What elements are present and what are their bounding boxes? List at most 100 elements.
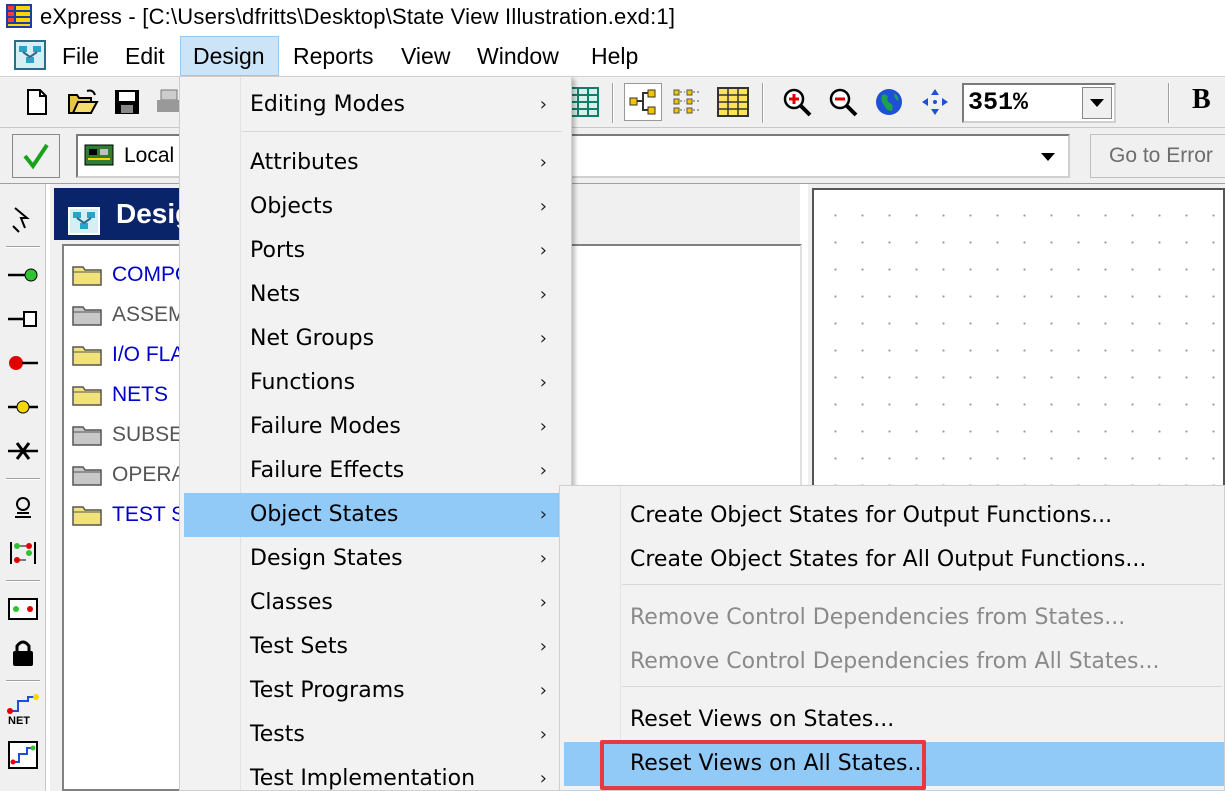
tree-item-label: TEST S [112,503,186,526]
menu-item-nets[interactable]: Nets › [184,273,567,317]
tree-item-operations[interactable]: OPERA [72,458,186,492]
zoom-level-select[interactable]: 351% [962,83,1116,123]
tree-item-nets[interactable]: NETS [72,378,168,412]
bold-button[interactable]: B [1192,84,1211,116]
zoom-out-icon[interactable] [824,83,862,121]
tree-item-assemblies[interactable]: ASSEM [72,298,186,332]
express-app-icon[interactable] [6,4,32,28]
menu-item-label: Object States [250,502,399,527]
zoom-in-icon[interactable] [778,83,816,121]
red-port-icon[interactable] [4,344,42,382]
tree-item-components[interactable]: COMPO [72,258,191,292]
green-port-icon[interactable] [4,256,42,294]
board-icon [84,142,114,173]
menu-item-design-states[interactable]: Design States › [184,537,567,581]
menu-window[interactable]: Window [465,36,571,76]
menu-item-test-programs[interactable]: Test Programs › [184,669,567,713]
menu-item-attributes[interactable]: Attributes › [184,141,567,185]
tree-item-label: I/O FLA [112,343,185,366]
menu-item-label: Functions [250,370,356,395]
menu-edit[interactable]: Edit [113,36,177,76]
yellow-port-icon[interactable] [4,388,42,426]
menu-item-failure-modes[interactable]: Failure Modes › [184,405,567,449]
globe-icon[interactable] [870,83,908,121]
menu-item-label: Design States [250,546,403,571]
open-folder-icon[interactable] [64,83,102,121]
menu-item-label: Nets [250,282,301,307]
chevron-right-icon: › [539,94,547,115]
net-route-icon[interactable] [4,736,42,774]
menu-item-label: Test Programs [250,678,405,703]
scope-value: Local [124,144,175,167]
cut-net-icon[interactable] [4,432,42,470]
menu-help[interactable]: Help [579,36,650,76]
menu-item-create-states-all-output-functions[interactable]: Create Object States for All Output Func… [564,538,1224,582]
chevron-down-icon[interactable] [1082,87,1112,119]
chevron-right-icon: › [539,592,547,613]
hierarchy-icon[interactable] [624,83,662,121]
tree-item-io-flags[interactable]: I/O FLA [72,338,184,372]
menu-item-label: Failure Modes [250,414,401,439]
menu-item-functions[interactable]: Functions › [184,361,567,405]
chevron-right-icon: › [539,152,547,173]
palette-separator [6,580,40,582]
menu-design[interactable]: Design [180,36,279,76]
chevron-right-icon: › [539,548,547,569]
menu-item-classes[interactable]: Classes › [184,581,567,625]
green-check-icon[interactable] [12,134,60,178]
menu-item-label: Failure Effects [250,458,405,483]
menu-file[interactable]: File [50,36,111,76]
tree-item-test-sets[interactable]: TEST S [72,498,185,532]
probe-icon[interactable] [4,490,42,528]
yellow-grid-icon[interactable] [714,83,752,121]
pointer-icon[interactable] [4,200,42,238]
tree-item-subsets[interactable]: SUBSE [72,418,183,452]
menu-item-failure-effects[interactable]: Failure Effects › [184,449,567,493]
menu-item-test-implementation[interactable]: Test Implementation › [184,757,567,791]
menu-item-reset-views-on-all-states[interactable]: Reset Views on All States... [564,742,1224,786]
save-icon[interactable] [108,83,146,121]
menu-item-label: Test Implementation [250,766,476,791]
square-port-icon[interactable] [4,300,42,338]
menu-bar: File Edit Design Reports View Window Hel… [0,36,1225,76]
menu-item-create-states-output-functions[interactable]: Create Object States for Output Function… [564,494,1224,538]
lock-icon[interactable] [4,634,42,672]
test-points-icon[interactable] [4,534,42,572]
chevron-down-icon[interactable] [1032,142,1064,172]
menu-item-reset-views-on-states[interactable]: Reset Views on States... [564,698,1224,742]
dotted-list-icon[interactable] [668,83,706,121]
menu-item-net-groups[interactable]: Net Groups › [184,317,567,361]
menu-item-editing-modes[interactable]: Editing Modes › [184,83,567,127]
menu-item-object-states[interactable]: Object States › [184,493,567,537]
menu-item-label: Objects [250,194,334,219]
chevron-right-icon: › [539,328,547,349]
menu-item-objects[interactable]: Objects › [184,185,567,229]
chevron-right-icon: › [539,504,547,525]
folder-icon [72,266,102,286]
menu-item-label: Test Sets [250,634,348,659]
chevron-right-icon: › [539,284,547,305]
menu-item-test-sets[interactable]: Test Sets › [184,625,567,669]
menu-item-ports[interactable]: Ports › [184,229,567,273]
chevron-right-icon: › [539,636,547,657]
palette-separator [6,680,40,682]
menu-item-label: Attributes [250,150,359,175]
chevron-right-icon: › [539,768,547,789]
new-file-icon[interactable] [18,83,56,121]
menu-separator [622,686,1222,687]
zoom-level-value: 351% [968,88,1029,117]
menu-view[interactable]: View [389,36,462,76]
menu-item-label: Tests [250,722,305,747]
tree-item-label: NETS [112,383,169,406]
go-to-error-button[interactable]: Go to Error [1090,134,1225,178]
tree-item-label: OPERA [112,463,186,486]
net-icon[interactable]: NET [4,690,42,728]
document-window-icon[interactable] [14,40,46,70]
menu-separator [242,131,562,132]
menu-reports[interactable]: Reports [281,36,386,76]
connector-icon[interactable] [4,590,42,628]
fit-view-icon[interactable] [916,83,954,121]
chevron-right-icon: › [539,372,547,393]
menu-item-tests[interactable]: Tests › [184,713,567,757]
menu-item-label: Net Groups [250,326,375,351]
